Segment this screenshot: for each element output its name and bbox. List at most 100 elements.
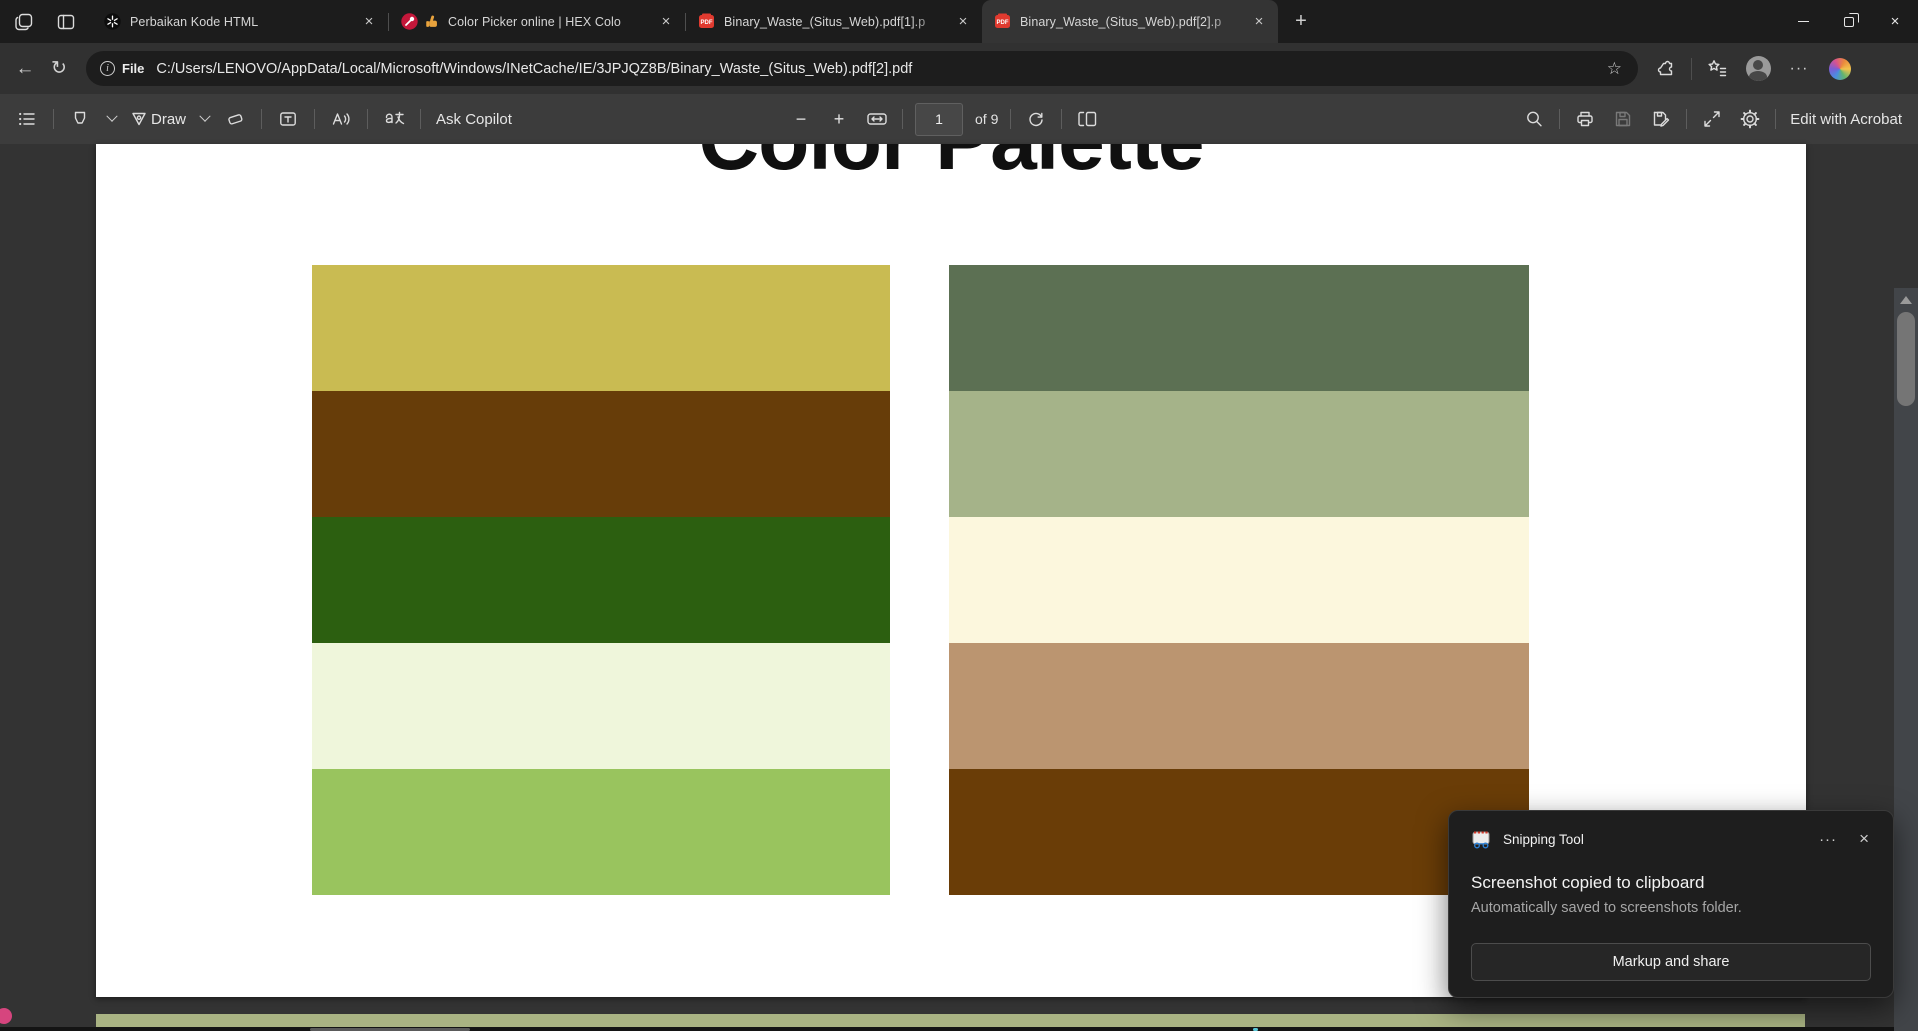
avatar <box>1746 56 1771 81</box>
rotate-button[interactable] <box>1023 103 1049 135</box>
translate-button[interactable] <box>381 103 407 135</box>
read-aloud-button[interactable] <box>328 103 354 135</box>
notification-title: Screenshot copied to clipboard <box>1471 873 1704 893</box>
rotate-icon <box>1026 109 1046 129</box>
profile-button[interactable] <box>1742 53 1774 85</box>
color-swatch <box>949 265 1529 391</box>
copilot-button[interactable] <box>1824 53 1856 85</box>
read-aloud-icon <box>331 109 352 129</box>
tab-title: Perbaikan Kode HTML <box>130 15 358 29</box>
tab-pdf-1[interactable]: PDF Binary_Waste_(Situs_Web).pdf[1].p × <box>686 0 982 43</box>
toolbar-separator <box>1010 109 1011 129</box>
page-view-button[interactable] <box>1074 103 1100 135</box>
new-tab-button[interactable]: + <box>1286 7 1316 37</box>
page-title: Color Palette <box>96 144 1806 182</box>
notification-more-button[interactable]: ··· <box>1805 831 1851 848</box>
fit-to-width-icon <box>866 109 888 129</box>
save-button[interactable] <box>1610 103 1636 135</box>
window-controls: × <box>1780 0 1918 43</box>
toolbar-separator <box>367 109 368 129</box>
address-bar: ← ↻ i File C:/Users/LENOVO/AppData/Local… <box>0 43 1918 94</box>
notification-subtitle: Automatically saved to screenshots folde… <box>1471 900 1742 916</box>
highlight-dropdown-chevron-icon[interactable] <box>106 111 117 122</box>
ask-copilot-button[interactable]: Ask Copilot <box>434 103 512 135</box>
zoom-in-button[interactable]: + <box>826 103 852 135</box>
restore-button[interactable] <box>1826 0 1872 43</box>
save-as-button[interactable] <box>1648 103 1674 135</box>
settings-more-button[interactable]: ··· <box>1783 53 1815 85</box>
color-swatch <box>312 643 890 769</box>
toolbar-separator <box>1061 109 1062 129</box>
back-button[interactable]: ← <box>8 52 42 86</box>
save-icon <box>1613 109 1633 129</box>
toolbar-separator <box>1775 109 1776 129</box>
color-swatch <box>949 769 1529 895</box>
minimize-button[interactable] <box>1780 0 1826 43</box>
notification-close-button[interactable]: × <box>1851 829 1877 849</box>
draw-dropdown-chevron-icon[interactable] <box>199 111 210 122</box>
tab-color-picker[interactable]: Color Picker online | HEX Colo × <box>389 0 685 43</box>
table-of-contents-button[interactable] <box>14 103 40 135</box>
draw-button[interactable]: Draw <box>129 103 186 135</box>
notification-header: Snipping Tool ··· × <box>1471 827 1877 851</box>
tab-close-button[interactable]: × <box>655 11 677 33</box>
markup-and-share-button[interactable]: Markup and share <box>1471 943 1871 981</box>
refresh-button[interactable]: ↻ <box>42 52 76 86</box>
scroll-up-arrow-icon[interactable] <box>1900 296 1912 304</box>
tab-bar: Perbaikan Kode HTML × Color Picker onlin… <box>0 0 1918 43</box>
color-swatch <box>949 517 1529 643</box>
toolbar-separator <box>261 109 262 129</box>
close-button[interactable]: × <box>1872 0 1918 43</box>
extensions-button[interactable] <box>1650 53 1682 85</box>
edit-with-acrobat-label: Edit with Acrobat <box>1790 111 1902 128</box>
page-number-input[interactable] <box>915 103 963 136</box>
zoom-out-button[interactable]: − <box>788 103 814 135</box>
add-text-button[interactable] <box>275 103 301 135</box>
toolbar-separator <box>902 109 903 129</box>
scrollbar-thumb[interactable] <box>1897 312 1915 406</box>
color-palette-left-column <box>312 265 890 895</box>
search-button[interactable] <box>1521 103 1547 135</box>
color-picker-icon <box>401 13 418 30</box>
draw-label: Draw <box>151 111 186 128</box>
site-info-badge[interactable]: i File <box>100 61 144 76</box>
favorites-button[interactable] <box>1701 53 1733 85</box>
restore-icon <box>1844 17 1854 27</box>
vertical-scrollbar[interactable] <box>1894 288 1918 1031</box>
url-text[interactable]: C:/Users/LENOVO/AppData/Local/Microsoft/… <box>156 61 1600 77</box>
color-swatch <box>312 265 890 391</box>
translate-icon <box>384 109 405 129</box>
color-swatch <box>312 391 890 517</box>
tab-pdf-2-active[interactable]: PDF Binary_Waste_(Situs_Web).pdf[2].p × <box>982 0 1278 43</box>
thumbs-up-icon <box>425 13 439 30</box>
svg-text:PDF: PDF <box>997 20 1009 26</box>
pdf-settings-button[interactable] <box>1737 103 1763 135</box>
tab-close-button[interactable]: × <box>1248 11 1270 33</box>
puzzle-icon <box>1656 59 1676 79</box>
browser-window: Perbaikan Kode HTML × Color Picker onlin… <box>0 0 1918 1031</box>
notification-app-name: Snipping Tool <box>1503 832 1805 847</box>
pdf-toolbar-left: Draw <box>14 94 512 144</box>
url-field[interactable]: i File C:/Users/LENOVO/AppData/Local/Mic… <box>86 51 1638 86</box>
color-palette-right-column <box>949 265 1529 895</box>
fit-to-width-button[interactable] <box>864 103 890 135</box>
tab-title: Binary_Waste_(Situs_Web).pdf[1].p <box>724 15 952 29</box>
color-swatch <box>949 643 1529 769</box>
tab-close-button[interactable]: × <box>358 11 380 33</box>
bookmark-star-icon[interactable]: ☆ <box>1601 59 1628 79</box>
edit-with-acrobat-button[interactable]: Edit with Acrobat <box>1788 103 1902 135</box>
pdf-toolbar: Draw <box>0 94 1918 144</box>
text-box-icon <box>278 109 298 129</box>
color-swatch <box>312 769 890 895</box>
svg-text:PDF: PDF <box>701 20 713 26</box>
erase-button[interactable] <box>222 103 248 135</box>
workspaces-icon[interactable] <box>56 12 76 32</box>
tab-actions-icon[interactable] <box>14 12 34 32</box>
gear-icon <box>1740 109 1760 129</box>
tab-perbaikan-kode-html[interactable]: Perbaikan Kode HTML × <box>92 0 388 43</box>
tab-close-button[interactable]: × <box>952 11 974 33</box>
print-button[interactable] <box>1572 103 1598 135</box>
highlight-button[interactable] <box>67 103 93 135</box>
pdf-icon: PDF <box>994 13 1011 30</box>
enter-fullscreen-button[interactable] <box>1699 103 1725 135</box>
